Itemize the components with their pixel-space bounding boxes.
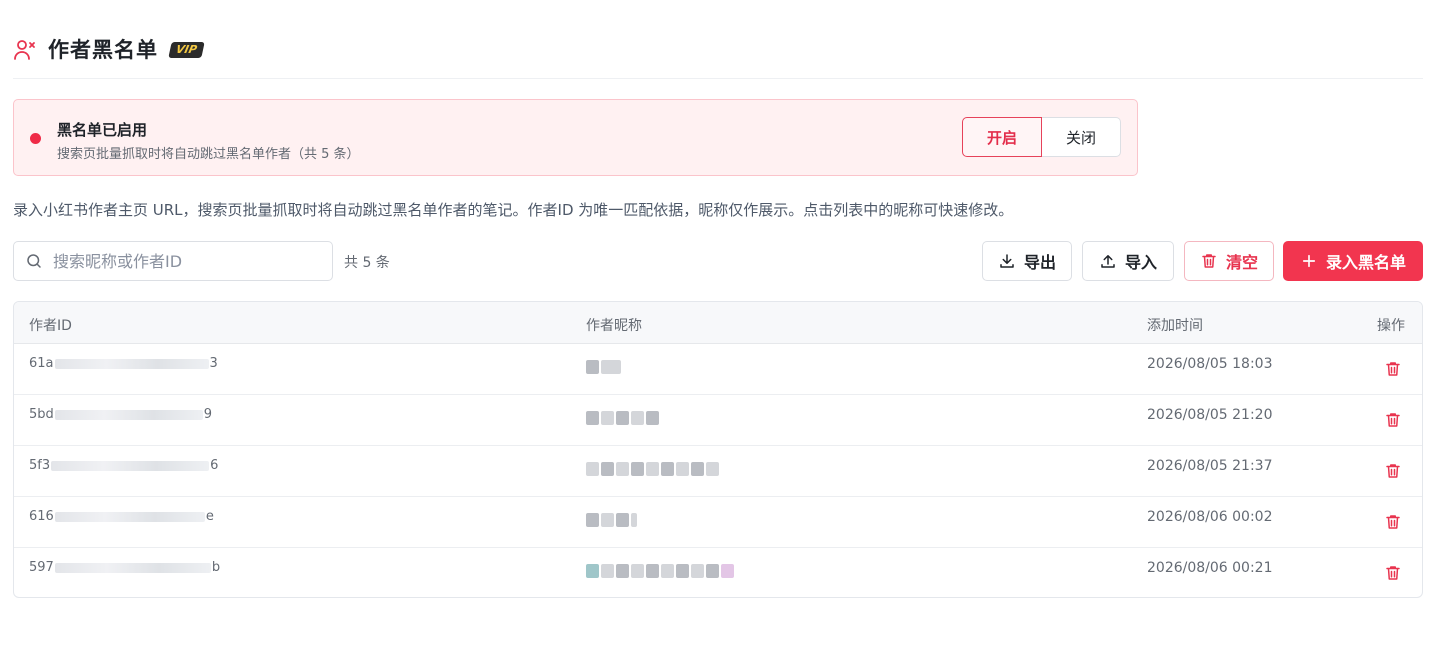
- plus-icon: [1302, 254, 1316, 268]
- added-time: 2026/08/05 21:37: [1147, 458, 1273, 474]
- table-row: 5f3 6 2026/08/05 21:37: [14, 446, 1422, 497]
- total-count: 共 5 条: [344, 255, 390, 271]
- page-title: 作者黑名单: [48, 38, 158, 62]
- trash-icon: [1202, 254, 1216, 268]
- banner-description: 搜索页批量抓取时将自动跳过黑名单作者（共 5 条）: [57, 147, 360, 162]
- column-nickname: 作者昵称: [586, 318, 642, 334]
- vip-badge: VIP: [168, 42, 205, 58]
- status-banner: 黑名单已启用 搜索页批量抓取时将自动跳过黑名单作者（共 5 条） 开启 关闭: [13, 99, 1138, 176]
- add-label: 录入黑名单: [1325, 253, 1406, 272]
- author-id: 616 e: [29, 509, 214, 524]
- blacklist-table: 作者ID 作者昵称 添加时间 操作 61a 3 2026/08/05 18:03 …: [13, 301, 1423, 598]
- download-icon: [1000, 254, 1014, 268]
- author-id: 5bd 9: [29, 407, 213, 422]
- export-label: 导出: [1023, 253, 1056, 272]
- enable-toggle: 开启 关闭: [962, 117, 1121, 157]
- table-row: 616 e 2026/08/06 00:02: [14, 497, 1422, 548]
- delete-icon[interactable]: [1384, 564, 1402, 582]
- delete-icon[interactable]: [1384, 360, 1402, 378]
- upload-icon: [1101, 255, 1115, 268]
- author-id: 5f3 6: [29, 458, 219, 473]
- column-author-id: 作者ID: [29, 318, 72, 334]
- author-nickname[interactable]: [586, 462, 719, 476]
- added-time: 2026/08/06 00:21: [1147, 560, 1273, 576]
- table-row: 61a 3 2026/08/05 18:03: [14, 344, 1422, 395]
- help-text: 录入小红书作者主页 URL，搜索页批量抓取时将自动跳过黑名单作者的笔记。作者ID…: [13, 201, 1014, 219]
- clear-button[interactable]: 清空: [1184, 241, 1274, 281]
- import-label: 导入: [1124, 253, 1157, 272]
- enable-off-button[interactable]: 关闭: [1042, 117, 1121, 157]
- blacklist-page: 作者黑名单 VIP 黑名单已启用 搜索页批量抓取时将自动跳过黑名单作者（共 5 …: [0, 0, 1437, 665]
- author-nickname[interactable]: [586, 411, 659, 425]
- add-blacklist-button[interactable]: 录入黑名单: [1283, 241, 1423, 281]
- import-button[interactable]: 导入: [1082, 241, 1174, 281]
- delete-icon[interactable]: [1384, 462, 1402, 480]
- author-nickname[interactable]: [586, 513, 637, 527]
- added-time: 2026/08/05 18:03: [1147, 356, 1273, 372]
- author-nickname[interactable]: [586, 360, 621, 374]
- delete-icon[interactable]: [1384, 513, 1402, 531]
- table-row: 597 b 2026/08/06 00:21: [14, 548, 1422, 597]
- table-header: 作者ID 作者昵称 添加时间 操作: [14, 302, 1422, 344]
- author-id: 61a 3: [29, 356, 218, 371]
- search-input[interactable]: [53, 251, 293, 271]
- page-header: 作者黑名单 VIP: [13, 30, 1423, 79]
- banner-title: 黑名单已启用: [57, 121, 148, 139]
- author-nickname[interactable]: [586, 564, 734, 578]
- enable-on-button[interactable]: 开启: [962, 117, 1042, 157]
- added-time: 2026/08/05 21:20: [1147, 407, 1273, 423]
- added-time: 2026/08/06 00:02: [1147, 509, 1273, 525]
- export-button[interactable]: 导出: [982, 241, 1072, 281]
- status-dot: [30, 133, 41, 144]
- delete-icon[interactable]: [1384, 411, 1402, 429]
- table-row: 5bd 9 2026/08/05 21:20: [14, 395, 1422, 446]
- search-icon: [27, 254, 41, 268]
- search-box: [13, 241, 333, 281]
- author-id: 597 b: [29, 560, 221, 575]
- clear-label: 清空: [1225, 253, 1258, 272]
- column-added-time: 添加时间: [1147, 318, 1203, 334]
- column-action: 操作: [1377, 318, 1405, 334]
- user-block-icon: [14, 40, 35, 60]
